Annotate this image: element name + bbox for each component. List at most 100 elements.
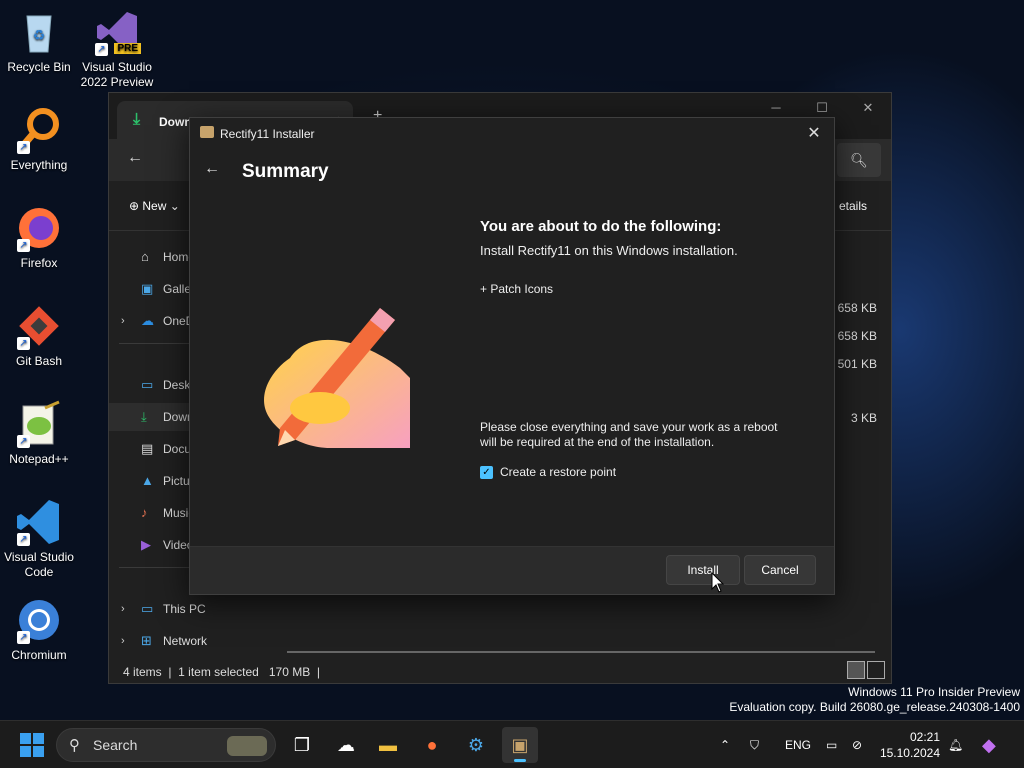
picture-icon: ▲ bbox=[141, 473, 154, 488]
language-indicator[interactable]: ENG bbox=[785, 721, 811, 768]
task-view-icon[interactable]: ❐ bbox=[284, 727, 320, 763]
recycle-bin-icon: ♻ bbox=[15, 8, 63, 56]
evaluation-watermark: Windows 11 Pro Insider Preview Evaluatio… bbox=[729, 685, 1020, 715]
chevron-right-icon[interactable]: › bbox=[121, 307, 125, 335]
restore-point-checkbox[interactable]: ✓ Create a restore point bbox=[480, 465, 616, 479]
summary-item-patch-icons: + Patch Icons bbox=[480, 282, 554, 296]
mouse-cursor-icon bbox=[711, 571, 725, 599]
dialog-footer: Install Cancel bbox=[190, 546, 834, 594]
restore-point-label: Create a restore point bbox=[500, 465, 617, 479]
nav-item-network[interactable]: › ⊞ Network bbox=[109, 627, 259, 655]
gallery-icon: ▣ bbox=[141, 281, 154, 296]
visual-studio-icon: PRE ↗ bbox=[93, 8, 141, 56]
desktop-icon-label: Visual Studio 2022 Preview bbox=[80, 60, 154, 89]
desktop-icon-recycle-bin[interactable]: ♻ Recycle Bin bbox=[0, 8, 78, 75]
selection-count: 1 item selected bbox=[178, 665, 259, 679]
network-icon: ⊞ bbox=[141, 633, 152, 648]
install-button[interactable]: Install bbox=[666, 555, 740, 585]
taskbar-search[interactable]: ⚲ Search bbox=[56, 728, 276, 762]
desktop-icon-vscode[interactable]: ↗ Visual Studio Code bbox=[0, 498, 78, 580]
video-icon: ▶ bbox=[141, 537, 151, 552]
clock-date: 15.10.2024 bbox=[879, 746, 940, 760]
back-arrow-icon[interactable]: ← bbox=[204, 160, 220, 178]
new-button[interactable]: ⊕ New ⌄ bbox=[129, 199, 180, 213]
nav-label: This PC bbox=[163, 602, 206, 616]
search-placeholder: Search bbox=[93, 737, 138, 753]
tiles-view-icon[interactable] bbox=[867, 661, 885, 679]
control-panel-icon[interactable]: ⚙ bbox=[458, 727, 494, 763]
back-arrow-icon[interactable]: ← bbox=[127, 149, 143, 167]
home-icon: ⌂ bbox=[141, 249, 149, 264]
clock-time: 02:21 bbox=[909, 730, 940, 744]
svg-text:♻: ♻ bbox=[33, 27, 46, 43]
security-icon[interactable]: ⛉ bbox=[750, 721, 759, 768]
desktop-icon-git-bash[interactable]: ↗ Git Bash bbox=[0, 302, 78, 369]
magnifier-icon: ↗ bbox=[15, 106, 63, 154]
cancel-button[interactable]: Cancel bbox=[744, 555, 816, 585]
desktop-icon-firefox[interactable]: ↗ Firefox bbox=[0, 204, 78, 271]
shortcut-arrow-icon: ↗ bbox=[17, 631, 30, 644]
checkmark-icon[interactable]: ✓ bbox=[480, 465, 493, 479]
desktop-icon-label: Everything bbox=[10, 158, 68, 172]
details-button[interactable]: etails bbox=[839, 199, 867, 213]
firefox-taskbar-icon[interactable]: ● bbox=[414, 727, 450, 763]
view-toggle bbox=[847, 661, 885, 679]
search-highlight-image bbox=[227, 736, 267, 756]
shortcut-arrow-icon: ↗ bbox=[17, 337, 30, 350]
shortcut-arrow-icon: ↗ bbox=[95, 43, 108, 56]
display-icon[interactable]: ▭ bbox=[826, 721, 837, 768]
shortcut-arrow-icon: ↗ bbox=[17, 533, 30, 546]
new-label: New bbox=[142, 199, 167, 213]
computer-icon: ▭ bbox=[141, 601, 154, 616]
desktop-icon-label: Firefox bbox=[20, 256, 58, 270]
rectify11-installer-dialog: Rectify11 Installer ✕ ← Summary You are … bbox=[189, 117, 835, 595]
desktop-icon-visual-studio-preview[interactable]: PRE ↗ Visual Studio 2022 Preview bbox=[78, 8, 156, 90]
music-icon: ♪ bbox=[141, 505, 148, 520]
desktop-icon-everything[interactable]: ↗ Everything bbox=[0, 106, 78, 173]
nav-label: Network bbox=[163, 634, 208, 648]
desktop-icon-label: Recycle Bin bbox=[7, 60, 71, 74]
item-count: 4 items bbox=[123, 665, 162, 679]
close-icon[interactable]: ✕ bbox=[804, 123, 824, 143]
vscode-icon: ↗ bbox=[15, 498, 63, 546]
shortcut-arrow-icon: ↗ bbox=[17, 435, 30, 448]
copilot-icon[interactable]: ◆ bbox=[982, 721, 996, 768]
search-icon: ⚲ bbox=[69, 737, 80, 754]
watermark-line-1: Windows 11 Pro Insider Preview bbox=[848, 685, 1020, 699]
shortcut-arrow-icon: ↗ bbox=[17, 239, 30, 252]
file-explorer-icon[interactable]: ▬ bbox=[370, 727, 406, 763]
chevron-right-icon[interactable]: › bbox=[121, 595, 125, 623]
details-view-icon[interactable] bbox=[847, 661, 865, 679]
search-icon[interactable]: 🔍︎ bbox=[837, 143, 881, 177]
desktop-icon-chromium[interactable]: ↗ Chromium bbox=[0, 596, 78, 663]
watermark-line-2: Evaluation copy. Build 26080.ge_release.… bbox=[729, 700, 1020, 714]
firefox-icon: ↗ bbox=[15, 204, 63, 252]
close-button[interactable]: ✕ bbox=[845, 93, 891, 123]
horizontal-scrollbar[interactable] bbox=[287, 651, 875, 653]
desktop-icon-notepad-plus-plus[interactable]: ↗ Notepad++ bbox=[0, 400, 78, 467]
taskbar-clock[interactable]: 02:21 15.10.2024 bbox=[880, 729, 940, 761]
start-button[interactable] bbox=[20, 733, 44, 757]
desktop-icon-label: Git Bash bbox=[15, 354, 63, 368]
document-icon: ▤ bbox=[141, 441, 154, 456]
status-bar: 4 items | 1 item selected 170 MB | bbox=[123, 665, 321, 679]
download-icon: ⤓ bbox=[133, 111, 141, 128]
desktop-icon-label: Visual Studio Code bbox=[4, 550, 74, 579]
network-icon[interactable]: ⊘ bbox=[852, 721, 862, 768]
file-size: 501 KB bbox=[837, 357, 877, 371]
dialog-titlebar: Rectify11 Installer ✕ bbox=[190, 118, 834, 148]
desktop-icon: ▭ bbox=[141, 377, 154, 392]
chevron-right-icon[interactable]: › bbox=[121, 627, 125, 655]
dialog-header: ← Summary bbox=[190, 148, 834, 198]
git-bash-icon: ↗ bbox=[15, 302, 63, 350]
page-title: Summary bbox=[242, 161, 329, 182]
dialog-title: Rectify11 Installer bbox=[220, 127, 315, 141]
widgets-weather-icon[interactable]: ☁ bbox=[328, 727, 364, 763]
hand-writing-illustration bbox=[250, 298, 420, 458]
installer-taskbar-icon[interactable]: ▣ bbox=[502, 727, 538, 763]
nav-item-this-pc[interactable]: › ▭ This PC bbox=[109, 595, 259, 623]
chromium-icon: ↗ bbox=[15, 596, 63, 644]
chevron-up-icon[interactable]: ⌃ bbox=[720, 721, 730, 768]
notification-bell-icon[interactable]: 🔔︎ bbox=[948, 721, 963, 768]
file-size: 3 KB bbox=[850, 411, 877, 425]
